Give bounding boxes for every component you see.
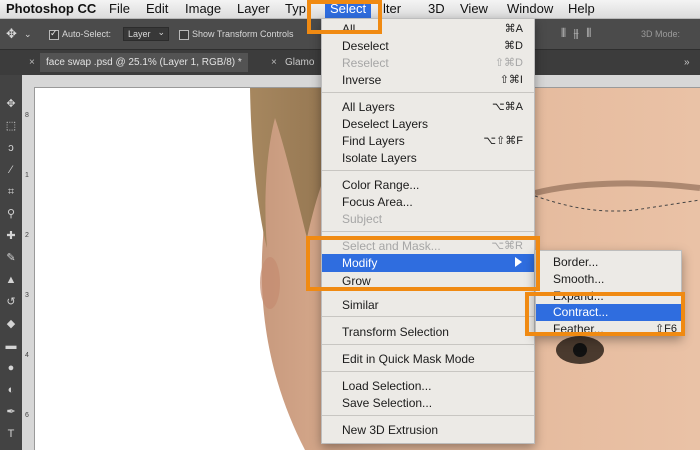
move-tool-icon[interactable]: ✥	[3, 97, 19, 111]
auto-select-checkbox[interactable]	[49, 28, 59, 40]
crop-tool-icon[interactable]: ⌗	[3, 185, 19, 199]
show-transform-label: Show Transform Controls	[192, 29, 294, 39]
tools-panel: ✥ ⬚ ↄ ⁄ ⌗ ⚲ ✚ ✎ ▲ ↺ ◆ ▬ ● ◐ ✒ T	[0, 75, 23, 450]
menu-separator	[322, 415, 534, 416]
menu-app-photoshop[interactable]: Photoshop CC	[6, 0, 96, 18]
menu-item-transform-selection[interactable]: Transform Selection	[322, 324, 534, 340]
menu-file[interactable]: File	[109, 0, 130, 18]
menu-image[interactable]: Image	[185, 0, 221, 18]
blur-tool-icon[interactable]: ●	[3, 361, 19, 375]
tab-face-swap[interactable]: face swap .psd @ 25.1% (Layer 1, RGB/8) …	[40, 53, 248, 72]
tab-glamour[interactable]: Glamo	[285, 53, 314, 72]
gradient-tool-icon[interactable]: ▬	[3, 339, 19, 353]
menu-help[interactable]: Help	[568, 0, 595, 18]
menu-separator	[322, 92, 534, 93]
eraser-tool-icon[interactable]: ◆	[3, 317, 19, 331]
dodge-tool-icon[interactable]: ◐	[3, 383, 19, 397]
healing-brush-icon[interactable]: ✚	[3, 229, 19, 243]
menu-item-quick-mask[interactable]: Edit in Quick Mask Mode	[322, 351, 534, 367]
menu-item-deselect-layers[interactable]: Deselect Layers	[322, 116, 534, 132]
highlight-box-contract	[525, 292, 685, 336]
brush-tool-icon[interactable]: ✎	[3, 251, 19, 265]
pen-tool-icon[interactable]: ✒	[3, 405, 19, 419]
menu-window[interactable]: Window	[507, 0, 553, 18]
menu-item-save-selection[interactable]: Save Selection...	[322, 395, 534, 411]
show-transform-checkbox[interactable]	[179, 30, 189, 40]
eyedropper-icon[interactable]: ⚲	[3, 207, 19, 221]
menu-item-load-selection[interactable]: Load Selection...	[322, 378, 534, 394]
lasso-tool-icon[interactable]: ↄ	[3, 141, 19, 155]
menu-3d[interactable]: 3D	[428, 0, 445, 18]
move-tool-icon[interactable]: ✥	[6, 26, 17, 42]
ruler-vertical: 8 1 2 3 4 6	[22, 87, 35, 450]
ruler-number: 2	[25, 232, 29, 239]
menu-type[interactable]: Typ	[285, 0, 306, 18]
menu-separator	[322, 170, 534, 171]
ear	[260, 257, 280, 309]
menu-item-similar[interactable]: Similar	[322, 297, 534, 313]
select-menu: All ⌘A Deselect ⌘D Reselect ⇧⌘D Inverse ⇧⌘I …	[321, 18, 535, 444]
3d-mode-label: 3D Mode:	[641, 29, 681, 39]
ruler-number: 3	[25, 292, 29, 299]
menu-item-border[interactable]: Border...	[536, 254, 681, 270]
menu-item-isolate-layers[interactable]: Isolate Layers	[322, 150, 534, 166]
menu-item-focus-area[interactable]: Focus Area...	[322, 194, 534, 210]
menu-item-inverse[interactable]: Inverse ⇧⌘I	[322, 72, 534, 88]
type-tool-icon[interactable]: T	[3, 427, 19, 441]
menu-separator	[322, 316, 534, 317]
ruler-number: 1	[25, 172, 29, 179]
menu-separator	[322, 231, 534, 232]
ruler-number: 6	[25, 412, 29, 419]
auto-select-label: Auto-Select:	[62, 29, 112, 39]
menu-item-color-range[interactable]: Color Range...	[322, 177, 534, 193]
auto-select-dropdown[interactable]: Layer ⌄	[123, 27, 169, 41]
menu-item-smooth[interactable]: Smooth...	[536, 271, 681, 287]
marquee-tool-icon[interactable]: ⬚	[3, 119, 19, 133]
menu-item-subject: Subject	[342, 212, 383, 226]
close-tab-icon[interactable]: ×	[29, 53, 35, 72]
menu-item-reselect: Reselect ⇧⌘D	[342, 56, 523, 70]
highlight-box-modify	[306, 236, 540, 291]
chevron-down-icon[interactable]: ⌄	[24, 29, 32, 40]
menu-filter[interactable]: lter	[383, 0, 401, 18]
menu-separator	[322, 371, 534, 372]
menu-layer[interactable]: Layer	[237, 0, 270, 18]
menu-item-deselect[interactable]: Deselect ⌘D	[322, 38, 534, 54]
eye-pupil	[573, 343, 587, 357]
ruler-number: 4	[25, 352, 29, 359]
align-icons[interactable]: ⫴ ⫵ ⫴	[561, 26, 593, 41]
menu-view[interactable]: View	[460, 0, 488, 18]
auto-select-value: Layer	[128, 29, 151, 39]
chevron-down-icon: ⌄	[157, 27, 165, 37]
menu-item-all-layers[interactable]: All Layers ⌥⌘A	[322, 99, 534, 115]
ruler-number: 8	[25, 112, 29, 119]
menu-separator	[322, 344, 534, 345]
clone-stamp-icon[interactable]: ▲	[3, 273, 19, 287]
menu-item-find-layers[interactable]: Find Layers ⌥⇧⌘F	[322, 133, 534, 149]
menu-item-new-3d-extrusion[interactable]: New 3D Extrusion	[322, 422, 534, 438]
menu-edit[interactable]: Edit	[146, 0, 168, 18]
highlight-box-select	[307, 0, 382, 34]
magic-wand-icon[interactable]: ⁄	[3, 163, 19, 177]
panel-collapse-icon[interactable]: »	[684, 53, 690, 72]
close-tab-icon[interactable]: ×	[271, 53, 277, 72]
history-brush-icon[interactable]: ↺	[3, 295, 19, 309]
